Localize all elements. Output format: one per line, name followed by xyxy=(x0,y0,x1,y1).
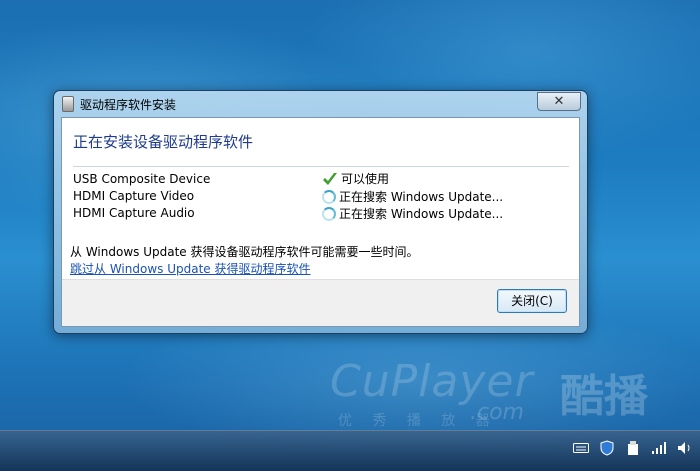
device-status: 正在搜索 Windows Update... xyxy=(322,205,503,222)
taskbar xyxy=(0,430,700,471)
spinner-icon xyxy=(322,206,336,221)
device-status-text: 正在搜索 Windows Update... xyxy=(339,207,504,221)
window-title: 驱动程序软件安装 xyxy=(80,98,177,112)
dialog-heading: 正在安装设备驱动程序软件 xyxy=(73,133,254,151)
dialog-footer: 关闭(C) xyxy=(62,279,579,326)
system-tray xyxy=(572,439,694,457)
volume-icon[interactable] xyxy=(676,439,694,457)
device-status-text: 可以使用 xyxy=(341,172,390,186)
spinner-icon xyxy=(322,189,336,204)
shield-icon[interactable] xyxy=(598,439,616,457)
device-status: 可以使用 xyxy=(322,170,389,187)
title-bar[interactable]: 驱动程序软件安装 ✕ xyxy=(54,91,587,115)
usb-device-icon[interactable] xyxy=(624,439,642,457)
signal-icon[interactable] xyxy=(650,439,668,457)
title-close-button[interactable]: ✕ xyxy=(537,92,581,111)
close-button[interactable]: 关闭(C) xyxy=(497,289,567,313)
device-icon xyxy=(62,96,74,112)
watermark-tagline: 优 秀 播 放 器 xyxy=(338,413,498,429)
skip-windows-update-link[interactable]: 跳过从 Windows Update 获得驱动程序软件 xyxy=(70,260,310,277)
device-status: 正在搜索 Windows Update... xyxy=(322,188,503,205)
keyboard-icon[interactable] xyxy=(572,439,590,457)
info-text: 从 Windows Update 获得设备驱动程序软件可能需要一些时间。 xyxy=(70,245,419,259)
device-name: HDMI Capture Audio xyxy=(73,206,195,220)
divider xyxy=(73,166,569,167)
driver-install-dialog: 驱动程序软件安装 ✕ 正在安装设备驱动程序软件 USB Composite De… xyxy=(53,90,588,334)
device-name: USB Composite Device xyxy=(73,172,211,186)
check-icon xyxy=(323,172,337,185)
device-name: HDMI Capture Video xyxy=(73,189,195,203)
dialog-content: 正在安装设备驱动程序软件 USB Composite Device 可以使用 H… xyxy=(61,117,580,327)
watermark-brand-cn: 酷播 xyxy=(560,371,648,422)
device-status-text: 正在搜索 Windows Update... xyxy=(339,190,504,204)
